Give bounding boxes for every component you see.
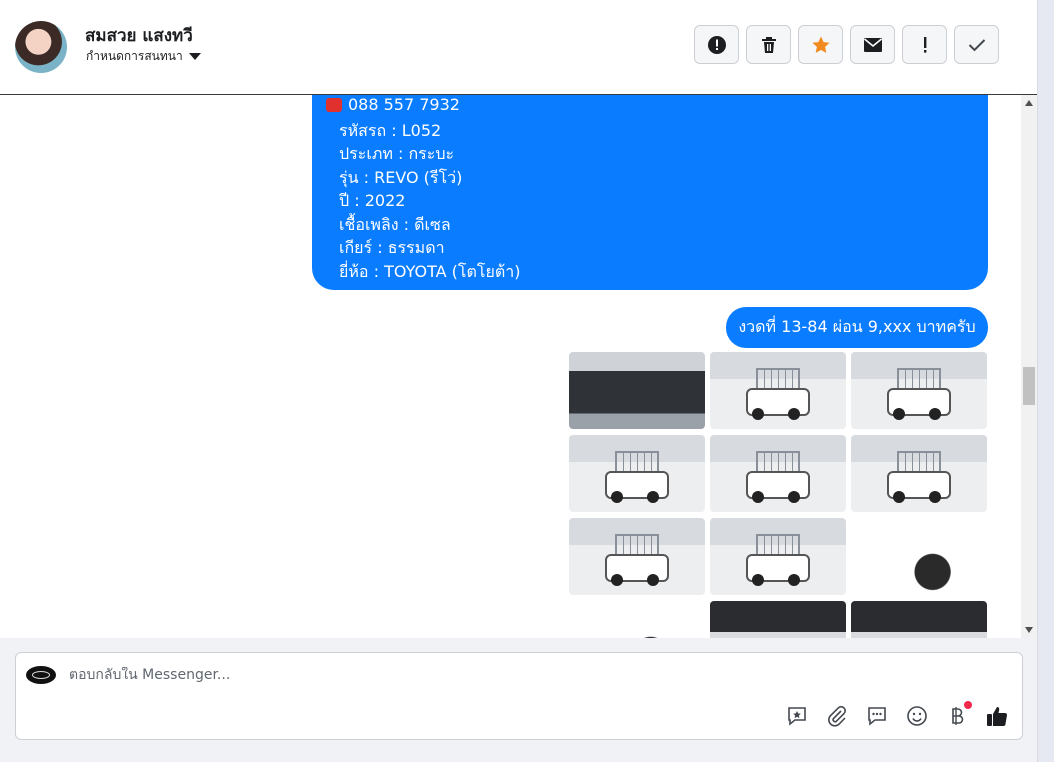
installment-text: งวดที่ 13-84 ผ่อน 9,xxx บาทครับ [738, 317, 976, 336]
chat-button[interactable] [864, 703, 890, 729]
wheel-shape [752, 574, 764, 586]
alert-circle-icon [707, 35, 726, 54]
exclamation-icon [923, 36, 926, 53]
car-photo[interactable] [710, 435, 846, 512]
chat-bubble-icon [868, 707, 886, 726]
reply-input[interactable] [69, 667, 769, 683]
car-photo[interactable] [569, 352, 705, 429]
scrollbar-thumb[interactable] [1023, 367, 1035, 405]
wheel-shape [611, 574, 623, 586]
conversation-header: สมสวย แสงทวี กำหนดการสนทนา [0, 0, 1037, 95]
detail-line: ยี่ห้อ : TOYOTA (โตโยต้า) [339, 262, 521, 281]
payment-button[interactable] [944, 701, 972, 729]
emoji-button[interactable] [904, 703, 930, 729]
composer-tools [784, 701, 1010, 729]
wheel-shape [752, 491, 764, 503]
car-photo[interactable] [710, 518, 846, 595]
wheel-shape [788, 491, 800, 503]
wheel-shape [647, 574, 659, 586]
conversation-settings-dropdown[interactable]: กำหนดการสนทนา [86, 47, 201, 66]
mark-unread-button[interactable] [850, 25, 895, 64]
detail-line: เกียร์ : ธรรมดา [339, 238, 445, 257]
car-photo[interactable] [569, 601, 705, 638]
wheel-shape [647, 491, 659, 503]
follow-up-button[interactable] [902, 25, 947, 64]
car-photo[interactable] [569, 435, 705, 512]
reply-composer [15, 652, 1023, 740]
thread-scrollbar[interactable] [1021, 95, 1037, 638]
installment-message[interactable]: งวดที่ 13-84 ผ่อน 9,xxx บาทครับ [726, 307, 988, 348]
saved-reply-button[interactable] [784, 703, 810, 729]
car-photo[interactable] [851, 601, 987, 638]
star-icon [811, 36, 830, 53]
car-photo[interactable] [851, 435, 987, 512]
car-details-message[interactable]: 088 557 7932 รหัสรถ : L052 ประเภท : กระบ… [312, 95, 988, 290]
car-photo[interactable] [569, 518, 705, 595]
like-button[interactable] [984, 703, 1010, 729]
detail-line: ประเภท : กระบะ [339, 144, 455, 163]
detail-line: เชื้อเพลิง : ดีเซล [339, 215, 451, 234]
wheel-shape [893, 408, 905, 420]
wheel-shape [788, 574, 800, 586]
photo-grid [569, 352, 987, 638]
star-button[interactable] [798, 25, 843, 64]
wheel-shape [788, 408, 800, 420]
envelope-icon [863, 37, 882, 52]
page-avatar [26, 666, 56, 684]
attachment-button[interactable] [824, 703, 850, 729]
scroll-up-arrow-icon[interactable] [1025, 100, 1033, 106]
scroll-down-arrow-icon[interactable] [1025, 627, 1033, 633]
phone-number: 088 557 7932 [348, 95, 460, 114]
spam-button[interactable] [694, 25, 739, 64]
car-photo[interactable] [710, 352, 846, 429]
attachment-icon [828, 705, 846, 727]
emoji-icon [907, 706, 927, 726]
wheel-shape [893, 491, 905, 503]
car-photo[interactable] [851, 518, 987, 595]
phone-line: 088 557 7932 [326, 95, 460, 114]
message-thread[interactable]: 088 557 7932 รหัสรถ : L052 ประเภท : กระบ… [0, 95, 1021, 638]
wheel-shape [929, 491, 941, 503]
wheel-shape [929, 408, 941, 420]
contact-avatar[interactable] [15, 21, 67, 73]
conversation-settings-label: กำหนดการสนทนา [86, 49, 183, 63]
conversation-actions [694, 25, 999, 64]
baht-icon [952, 707, 964, 725]
wheel-shape [752, 408, 764, 420]
like-icon [987, 707, 1008, 726]
saved-reply-icon [788, 707, 806, 726]
trash-icon [761, 36, 776, 53]
notification-dot [964, 701, 972, 709]
telephone-icon [326, 97, 342, 112]
wheel-shape [611, 491, 623, 503]
car-photo[interactable] [710, 601, 846, 638]
contact-name[interactable]: สมสวย แสงทวี [85, 22, 193, 49]
detail-line: รุ่น : REVO (รีโว่) [339, 168, 463, 187]
delete-button[interactable] [746, 25, 791, 64]
caret-down-icon [188, 53, 201, 60]
car-photo[interactable] [851, 352, 987, 429]
done-button[interactable] [954, 25, 999, 64]
page-edge [1038, 0, 1054, 762]
detail-line: รหัสรถ : L052 [339, 121, 442, 140]
check-icon [968, 38, 985, 51]
detail-line: ปี : 2022 [339, 191, 406, 210]
